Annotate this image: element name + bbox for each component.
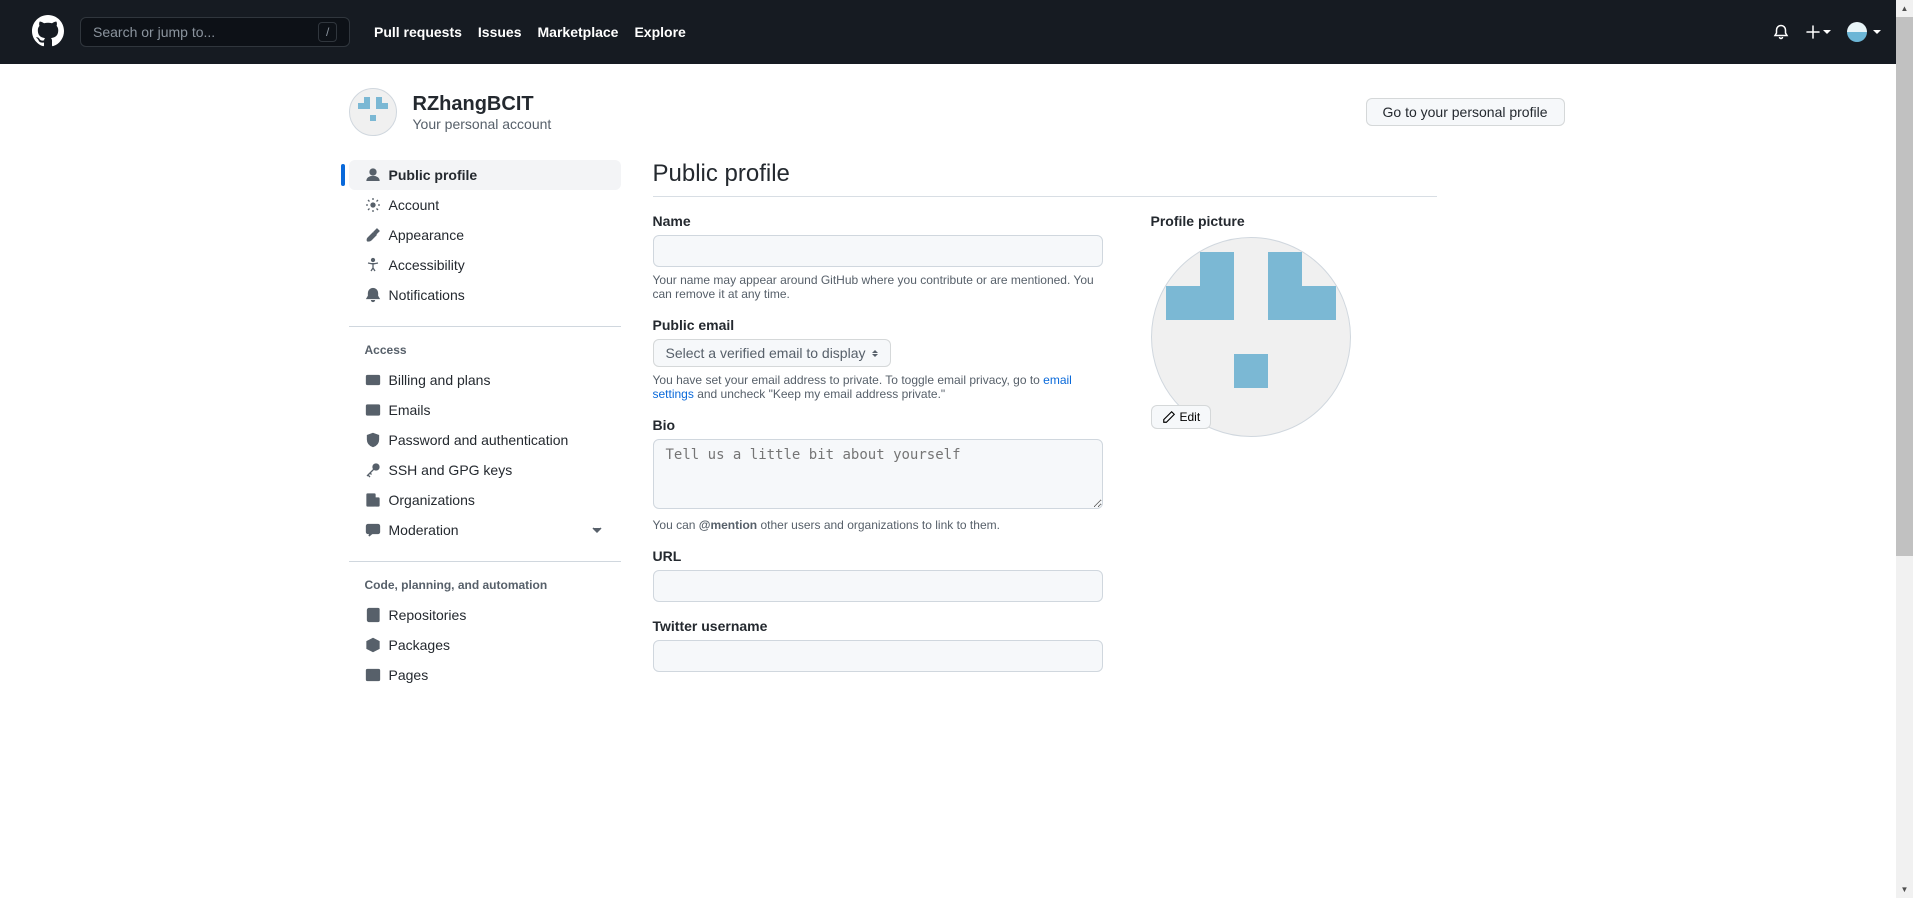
url-label: URL <box>653 548 1103 564</box>
shield-icon <box>365 432 381 448</box>
nav-issues[interactable]: Issues <box>478 24 522 40</box>
scrollbar[interactable]: ▲ ▼ <box>1896 0 1913 898</box>
twitter-label: Twitter username <box>653 618 1103 634</box>
search-slash-hint: / <box>318 22 337 42</box>
go-to-profile-button[interactable]: Go to your personal profile <box>1366 98 1565 126</box>
scrollbar-up-arrow[interactable]: ▲ <box>1896 0 1913 17</box>
credit-card-icon <box>365 372 381 388</box>
search-box[interactable]: / <box>80 17 350 47</box>
profile-picture-label: Profile picture <box>1151 213 1351 229</box>
notifications-icon[interactable] <box>1773 24 1789 40</box>
user-avatar <box>349 88 397 136</box>
nav-pull-requests[interactable]: Pull requests <box>374 24 462 40</box>
sidebar-item-label: Notifications <box>389 287 465 303</box>
repo-icon <box>365 607 381 623</box>
sidebar-item-label: Pages <box>389 667 429 683</box>
sidebar-item-account[interactable]: Account <box>349 190 621 220</box>
sidebar-item-pages[interactable]: Pages <box>349 660 621 690</box>
sidebar-item-organizations[interactable]: Organizations <box>349 485 621 515</box>
main-content: Public profile Name Your name may appear… <box>653 160 1437 706</box>
gear-icon <box>365 197 381 213</box>
user-menu-dropdown[interactable] <box>1847 22 1881 42</box>
bell-icon <box>365 287 381 303</box>
comment-icon <box>365 522 381 538</box>
bio-textarea[interactable] <box>653 439 1103 509</box>
sidebar-item-moderation[interactable]: Moderation <box>349 515 621 545</box>
sidebar-item-password[interactable]: Password and authentication <box>349 425 621 455</box>
twitter-input[interactable] <box>653 640 1103 672</box>
sidebar-item-label: Public profile <box>389 167 478 183</box>
settings-sidebar: Public profile Account Appearance Access… <box>349 160 621 706</box>
edit-picture-button[interactable]: Edit <box>1151 405 1212 429</box>
public-email-label: Public email <box>653 317 1103 333</box>
user-display-name: RZhangBCIT <box>413 93 552 116</box>
public-email-note: You have set your email address to priva… <box>653 373 1103 401</box>
sidebar-item-billing[interactable]: Billing and plans <box>349 365 621 395</box>
sidebar-item-label: Appearance <box>389 227 465 243</box>
bio-note: You can @mention other users and organiz… <box>653 518 1103 532</box>
sidebar-item-label: SSH and GPG keys <box>389 462 513 478</box>
accessibility-icon <box>365 257 381 273</box>
paintbrush-icon <box>365 227 381 243</box>
scrollbar-down-arrow[interactable]: ▼ <box>1896 881 1913 898</box>
bio-label: Bio <box>653 417 1103 433</box>
nav-marketplace[interactable]: Marketplace <box>538 24 619 40</box>
create-new-dropdown[interactable] <box>1805 24 1831 40</box>
search-input[interactable] <box>93 24 318 40</box>
user-info: RZhangBCIT Your personal account <box>349 88 552 136</box>
key-icon <box>365 462 381 478</box>
divider <box>349 561 621 562</box>
package-icon <box>365 637 381 653</box>
person-icon <box>365 167 381 183</box>
nav-explore[interactable]: Explore <box>634 24 685 40</box>
sidebar-item-emails[interactable]: Emails <box>349 395 621 425</box>
name-input[interactable] <box>653 235 1103 267</box>
sidebar-item-label: Packages <box>389 637 450 653</box>
sidebar-item-label: Accessibility <box>389 257 465 273</box>
global-header: / Pull requests Issues Marketplace Explo… <box>0 0 1913 64</box>
select-value: Select a verified email to display <box>666 345 866 361</box>
account-context-label: Your personal account <box>413 116 552 132</box>
sidebar-item-label: Moderation <box>389 522 459 538</box>
sidebar-group-access: Access <box>349 335 621 365</box>
mail-icon <box>365 402 381 418</box>
public-email-select[interactable]: Select a verified email to display <box>653 339 891 367</box>
sidebar-item-label: Account <box>389 197 440 213</box>
sidebar-item-notifications[interactable]: Notifications <box>349 280 621 310</box>
sidebar-item-label: Billing and plans <box>389 372 491 388</box>
sidebar-item-label: Repositories <box>389 607 467 623</box>
name-note: Your name may appear around GitHub where… <box>653 273 1103 301</box>
sidebar-group-code: Code, planning, and automation <box>349 570 621 600</box>
name-label: Name <box>653 213 1103 229</box>
pencil-icon <box>1162 410 1176 424</box>
select-caret-icon <box>872 350 878 357</box>
sidebar-item-repositories[interactable]: Repositories <box>349 600 621 630</box>
divider <box>349 326 621 327</box>
browser-icon <box>365 667 381 683</box>
url-input[interactable] <box>653 570 1103 602</box>
organization-icon <box>365 492 381 508</box>
sidebar-item-ssh-keys[interactable]: SSH and GPG keys <box>349 455 621 485</box>
scrollbar-thumb[interactable] <box>1896 17 1913 556</box>
github-logo[interactable] <box>32 15 64 50</box>
sidebar-item-label: Password and authentication <box>389 432 569 448</box>
sidebar-item-label: Organizations <box>389 492 475 508</box>
sidebar-item-label: Emails <box>389 402 431 418</box>
chevron-down-icon <box>589 522 605 538</box>
sidebar-item-accessibility[interactable]: Accessibility <box>349 250 621 280</box>
avatar-icon <box>1847 22 1867 42</box>
sidebar-item-public-profile[interactable]: Public profile <box>349 160 621 190</box>
page-title: Public profile <box>653 160 1437 197</box>
sidebar-item-appearance[interactable]: Appearance <box>349 220 621 250</box>
sidebar-item-packages[interactable]: Packages <box>349 630 621 660</box>
